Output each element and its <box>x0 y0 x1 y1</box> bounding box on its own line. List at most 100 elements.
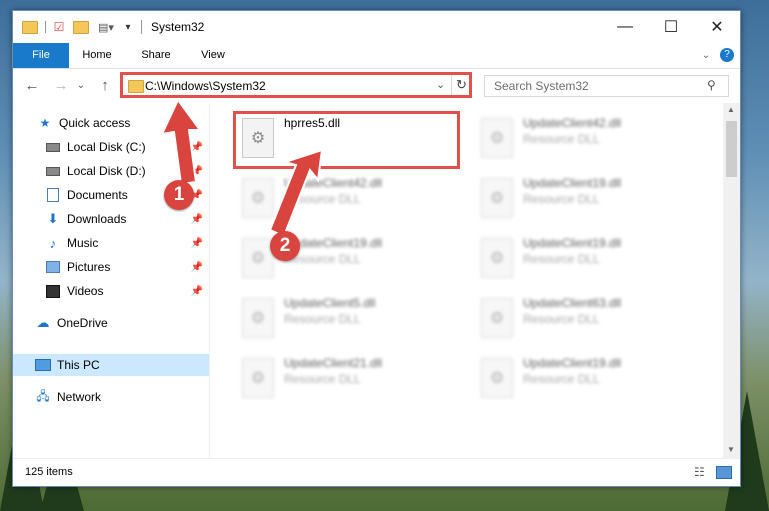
large-icons-view-icon[interactable] <box>716 466 732 479</box>
sidebar-item-label: Network <box>57 390 102 404</box>
file-type: Resource DLL <box>523 372 600 386</box>
file-item[interactable]: ⚙ UpdateClient19.dll Resource DLL <box>473 353 697 403</box>
sidebar-item-downloads[interactable]: ⬇ Downloads 📌 <box>13 208 209 230</box>
divider <box>141 20 142 34</box>
window-title: System32 <box>151 20 205 34</box>
sidebar-item-onedrive[interactable]: ☁ OneDrive <box>13 312 209 334</box>
file-item[interactable]: ⚙ UpdateClient19.dll Resource DLL <box>234 233 458 283</box>
expand-ribbon-icon[interactable]: ⌄ <box>699 43 713 68</box>
file-name: UpdateClient5.dll <box>284 296 376 310</box>
documents-icon <box>45 188 61 202</box>
music-icon: ♪ <box>49 235 57 251</box>
videos-icon <box>45 284 61 298</box>
file-type: Resource DLL <box>523 132 600 146</box>
sidebar-item-label: Music <box>67 236 99 250</box>
drive-icon <box>45 140 61 154</box>
dll-file-icon: ⚙ <box>242 118 274 158</box>
pin-icon[interactable]: 📌 <box>191 286 203 297</box>
help-icon[interactable]: ? <box>720 43 736 68</box>
file-explorer-window: ☑ ▤▾ ▾ System32 — ☐ ✕ File Home Share Vi… <box>12 10 741 487</box>
sidebar-item-quick-access[interactable]: ★ Quick access <box>13 112 209 134</box>
dll-file-icon: ⚙ <box>481 238 513 278</box>
address-row: ← → ⌄ ↑ C:\Windows\System32 ⌄ ↻ Search S… <box>13 69 740 101</box>
file-item[interactable]: ⚙ UpdateClient19.dll Resource DLL <box>473 173 697 223</box>
file-item[interactable]: ⚙ UpdateClient19.dll Resource DLL <box>473 233 697 283</box>
sidebar-item-label: Quick access <box>59 116 131 130</box>
search-placeholder: Search System32 <box>494 79 589 93</box>
chevron-down-icon[interactable]: ⌄ <box>436 78 445 91</box>
file-item[interactable]: ⚙ UpdateClient63.dll Resource DLL <box>473 293 697 343</box>
sidebar-item-network[interactable]: 🖧 Network <box>13 386 209 408</box>
sidebar-item-this-pc[interactable]: This PC <box>13 354 209 376</box>
address-path: C:\Windows\System32 <box>145 79 266 93</box>
pin-icon[interactable]: 📌 <box>191 166 203 177</box>
recent-locations-button[interactable]: ⌄ <box>75 75 87 95</box>
file-type: Resource DLL <box>284 372 361 386</box>
tab-home[interactable]: Home <box>75 43 119 68</box>
dll-file-icon: ⚙ <box>481 178 513 218</box>
downloads-icon: ⬇ <box>47 211 59 226</box>
sidebar-item-label: Documents <box>67 188 128 202</box>
file-item[interactable]: ⚙ UpdateClient42.dll Resource DLL <box>234 173 458 223</box>
ribbon-tabs: File Home Share View ⌄ ? <box>13 43 740 69</box>
file-name: UpdateClient19.dll <box>523 356 622 370</box>
file-name: UpdateClient21.dll <box>284 356 383 370</box>
up-button[interactable]: ↑ <box>95 75 115 95</box>
scrollbar-thumb[interactable] <box>726 121 737 177</box>
tab-file[interactable]: File <box>13 43 69 68</box>
close-button[interactable]: ✕ <box>694 11 740 43</box>
divider <box>44 19 46 35</box>
properties-icon[interactable]: ☑ <box>51 19 67 35</box>
details-view-icon[interactable]: ☷ <box>694 465 705 479</box>
search-input[interactable]: Search System32 ⚲ <box>484 75 729 97</box>
sidebar-item-label: Local Disk (D:) <box>67 164 146 178</box>
back-button[interactable]: ← <box>22 75 42 95</box>
file-item[interactable]: ⚙ UpdateClient5.dll Resource DLL <box>234 293 458 343</box>
search-icon[interactable]: ⚲ <box>707 78 716 92</box>
pictures-icon <box>45 260 61 274</box>
scroll-up-icon[interactable]: ▲ <box>727 105 735 114</box>
refresh-icon[interactable]: ↻ <box>456 77 467 93</box>
vertical-scrollbar[interactable]: ▲ ▼ <box>723 103 740 458</box>
step-badge-2: 2 <box>270 231 300 261</box>
sidebar-item-label: Videos <box>67 284 104 298</box>
pin-icon[interactable]: 📌 <box>191 142 203 153</box>
sidebar-item-pictures[interactable]: Pictures 📌 <box>13 256 209 278</box>
new-folder-icon[interactable] <box>73 19 89 35</box>
file-type: Resource DLL <box>523 252 600 266</box>
file-item[interactable]: ⚙ UpdateClient21.dll Resource DLL <box>234 353 458 403</box>
star-icon: ★ <box>39 116 51 130</box>
file-type: Resource DLL <box>284 312 361 326</box>
maximize-button[interactable]: ☐ <box>648 11 694 43</box>
scroll-down-icon[interactable]: ▼ <box>727 445 735 454</box>
minimize-button[interactable]: — <box>602 11 648 43</box>
title-bar: ☑ ▤▾ ▾ System32 — ☐ ✕ <box>13 11 740 43</box>
sidebar-item-label: OneDrive <box>57 316 108 330</box>
chevron-down-icon[interactable]: ▾ <box>121 19 135 35</box>
divider <box>451 75 452 97</box>
folder-icon[interactable] <box>22 19 38 35</box>
pin-icon[interactable]: 📌 <box>191 262 203 273</box>
sidebar-item-label: Pictures <box>67 260 111 274</box>
address-bar[interactable]: C:\Windows\System32 ⌄ ↻ <box>122 74 472 98</box>
file-name: UpdateClient42.dll <box>284 176 383 190</box>
navigation-pane: ★ Quick access Local Disk (C:) 📌 Local D… <box>13 103 210 458</box>
file-name: UpdateClient63.dll <box>523 296 622 310</box>
sidebar-item-label: Local Disk (C:) <box>67 140 146 154</box>
dll-file-icon: ⚙ <box>481 298 513 338</box>
sidebar-item-local-disk-d[interactable]: Local Disk (D:) 📌 <box>13 160 209 182</box>
sidebar-item-videos[interactable]: Videos 📌 <box>13 280 209 302</box>
pin-icon[interactable]: 📌 <box>191 238 203 249</box>
file-name: UpdateClient19.dll <box>523 236 622 250</box>
sidebar-item-music[interactable]: ♪ Music 📌 <box>13 232 209 254</box>
pin-icon[interactable]: 📌 <box>191 214 203 225</box>
tab-share[interactable]: Share <box>134 43 178 68</box>
customize-icon[interactable]: ▤▾ <box>95 19 117 35</box>
file-item[interactable]: ⚙ UpdateClient42.dll Resource DLL <box>473 113 697 163</box>
file-item-hprres5[interactable]: ⚙ hprres5.dll <box>234 113 458 163</box>
tab-view[interactable]: View <box>193 43 233 68</box>
sidebar-item-local-disk-c[interactable]: Local Disk (C:) 📌 <box>13 136 209 158</box>
dll-file-icon: ⚙ <box>481 118 513 158</box>
forward-button[interactable]: → <box>51 75 71 95</box>
dll-file-icon: ⚙ <box>242 298 274 338</box>
